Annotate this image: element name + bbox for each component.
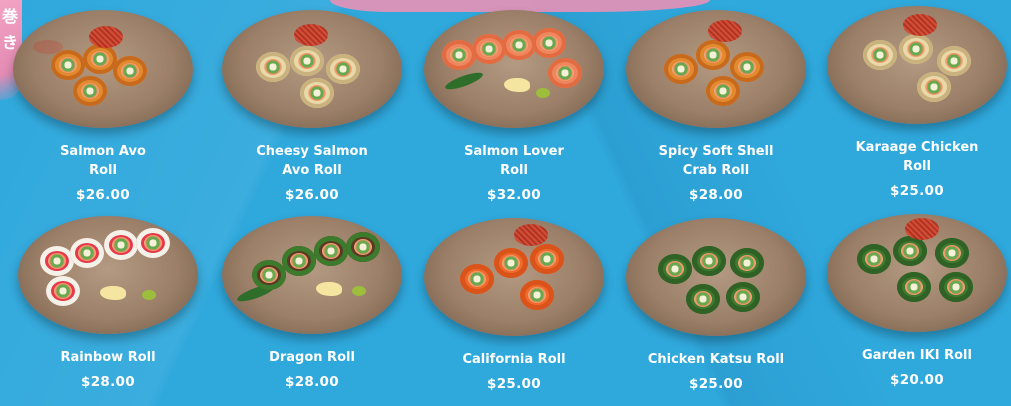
sushi-plate-image [424, 218, 604, 336]
sushi-plate-image [222, 10, 402, 128]
menu-item-garden-iki-roll[interactable]: Garden IKI Roll $20.00 [817, 214, 1011, 389]
item-price: $26.00 [76, 187, 130, 203]
item-name: Karaage Chicken Roll [855, 140, 979, 174]
menu-item-dragon-roll[interactable]: Dragon Roll $28.00 [212, 216, 412, 391]
item-name: Rainbow Roll [60, 350, 156, 365]
sushi-plate-image [626, 218, 806, 336]
item-name: Chicken Katsu Roll [647, 352, 785, 367]
sushi-plate-image [222, 216, 402, 334]
sushi-plate-image [13, 10, 193, 128]
item-price: $25.00 [890, 183, 944, 199]
item-name: Spicy Soft Shell Crab Roll [658, 144, 774, 178]
sushi-plate-image [626, 10, 806, 128]
item-name: Salmon Lover Roll [464, 144, 564, 178]
item-price: $20.00 [890, 372, 944, 388]
menu-item-karaage-chicken-roll[interactable]: Karaage Chicken Roll $25.00 [817, 6, 1011, 200]
menu-item-chicken-katsu-roll[interactable]: Chicken Katsu Roll $25.00 [616, 218, 816, 393]
item-name: Cheesy Salmon Avo Roll [256, 144, 368, 178]
item-price: $28.00 [689, 187, 743, 203]
item-price: $32.00 [487, 187, 541, 203]
menu-item-salmon-avo-roll[interactable]: Salmon Avo Roll $26.00 [3, 10, 203, 204]
item-price: $25.00 [487, 376, 541, 392]
sushi-plate-image [827, 6, 1007, 124]
item-name: Garden IKI Roll [862, 348, 972, 363]
item-name: Salmon Avo Roll [60, 144, 146, 178]
item-name: California Roll [462, 352, 566, 367]
item-price: $25.00 [689, 376, 743, 392]
menu-item-california-roll[interactable]: California Roll $25.00 [414, 218, 614, 393]
item-name: Dragon Roll [269, 350, 355, 365]
menu-item-rainbow-roll[interactable]: Rainbow Roll $28.00 [8, 216, 208, 391]
item-price: $28.00 [285, 374, 339, 390]
sushi-plate-image [424, 10, 604, 128]
item-price: $28.00 [81, 374, 135, 390]
menu-item-salmon-lover-roll[interactable]: Salmon Lover Roll $32.00 [414, 10, 614, 204]
menu-item-spicy-soft-shell-crab-roll[interactable]: Spicy Soft Shell Crab Roll $28.00 [616, 10, 816, 204]
sushi-plate-image [18, 216, 198, 334]
item-price: $26.00 [285, 187, 339, 203]
menu-item-cheesy-salmon-avo-roll[interactable]: Cheesy Salmon Avo Roll $26.00 [212, 10, 412, 204]
sushi-plate-image [827, 214, 1007, 332]
